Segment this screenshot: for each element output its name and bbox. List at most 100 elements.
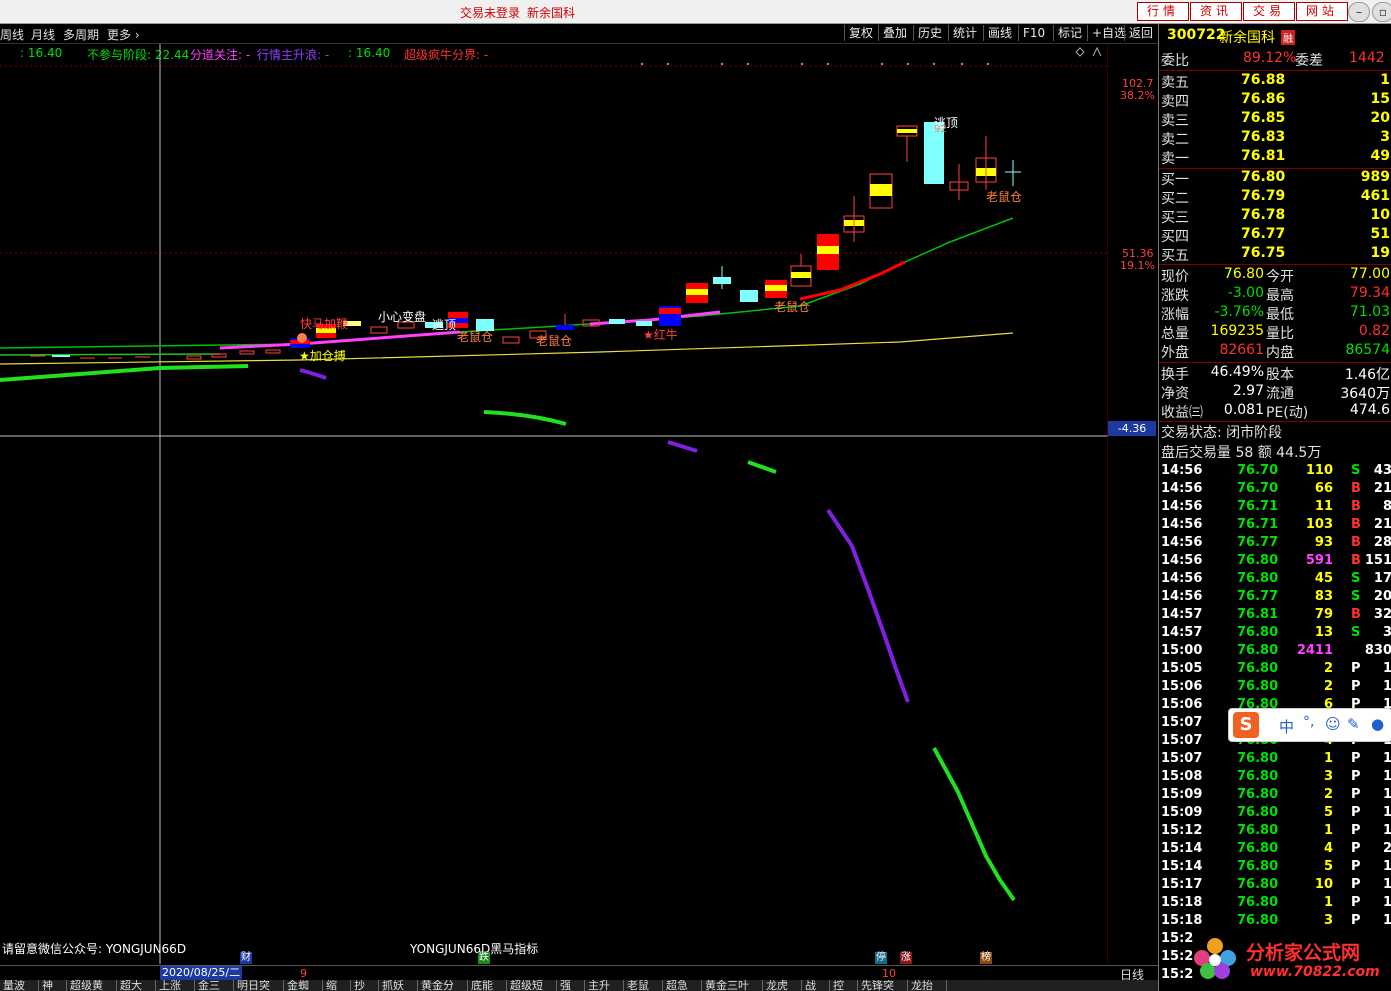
ime-punct[interactable]: °, [1303,714,1314,730]
multi-period-tab[interactable]: 多周期 [63,26,99,43]
indicator-tab[interactable]: 老鼠仓 [624,980,663,991]
nav-website-button[interactable]: 网站 [1296,2,1348,21]
badge-ranking[interactable]: 榜 [980,952,992,964]
tick-volume: 591 [1305,553,1333,568]
watermark: 分析家公式网 www.70822.com [1190,930,1391,986]
indicator-tab[interactable]: 抓妖股 [379,980,418,991]
login-status: 交易未登录 [460,6,521,20]
overlay-button[interactable]: 叠加 [878,25,911,41]
indicator-tab[interactable]: 上涨买 [156,980,195,991]
tick-price: 76.80 [1237,895,1279,910]
ime-lang[interactable]: 中 [1279,716,1294,737]
tick-price: 76.70 [1237,463,1279,478]
tick-volume: 3 [1323,769,1333,784]
candle-hollow [502,336,520,344]
indicator-tab[interactable]: 金蜘蛛 [284,980,323,991]
badge-finance[interactable]: 财 [240,952,252,964]
indicator-tab[interactable]: 龙虎榜 [763,980,802,991]
tick-row: 15:00 76.80 2411 830 [1159,643,1391,661]
stock-code: 300722 [1167,27,1226,43]
candlestick-chart[interactable] [0,44,1108,964]
ask-level-price: 76.88 [1241,72,1286,88]
back-button[interactable]: 返回 [1124,25,1157,41]
microphone-icon[interactable]: ● [1371,715,1384,733]
history-button[interactable]: 历史 [913,25,946,41]
draw-button[interactable]: 画线 [983,25,1016,41]
tick-volume: 2 [1323,787,1333,802]
stat-row: 换手 46.49% 股本 1.46亿 [1159,364,1391,383]
tick-price: 76.80 [1237,787,1279,802]
tick-count: 1 [1382,661,1391,676]
tick-side: P [1351,895,1361,910]
pen-icon[interactable]: ✎ [1347,715,1360,733]
badge-halt[interactable]: 停 [875,952,887,964]
tick-row: 15:14 76.80 5 P 1 [1159,859,1391,877]
tick-price: 76.71 [1237,517,1279,532]
indicator-tab[interactable]: 超急买 [663,980,702,991]
indicator-tab[interactable]: 金三角 [195,980,234,991]
indicator-tab[interactable]: 底能通 [468,980,507,991]
indicator-tab[interactable]: 抄底 [351,980,379,991]
tick-price: 76.80 [1237,841,1279,856]
indicator-tab[interactable]: 超级短牛 [507,980,557,991]
tick-volume: 79 [1314,607,1333,622]
weekly-tab[interactable]: 周线 [0,26,24,43]
bid-level-price: 76.79 [1241,188,1286,204]
tick-time: 15:07 [1161,733,1203,748]
ask-level-price: 76.85 [1241,110,1286,126]
stat-value: -3.76% [1214,304,1264,320]
indicator-tab[interactable]: 超级黄金 [67,980,117,991]
stats-button[interactable]: 统计 [948,25,981,41]
tick-row: 15:12 76.80 1 P 1 [1159,823,1391,841]
signal-dot-orange [297,333,307,343]
nav-news-button[interactable]: 资讯 [1190,2,1242,21]
tick-volume: 1 [1323,895,1333,910]
badge-rise[interactable]: 涨 [900,952,912,964]
quote-panel: 300722 新余国科 融 委比 89.12% 委差 1442 卖五 76.88 1… [1158,24,1391,991]
candle-small [265,349,281,354]
nav-quotes-button[interactable]: 行情 [1137,2,1189,21]
badge-fall[interactable]: 跌 [478,952,490,964]
more-menu[interactable]: 更多 › [107,26,140,43]
tick-count: 1 [1382,877,1391,892]
adjust-button[interactable]: 复权 [844,25,877,41]
f10-button[interactable]: F10 [1018,25,1049,41]
indicator-tab[interactable]: 黄金三叶草 [702,980,763,991]
stat-value: 169235 [1210,323,1264,339]
restore-icon[interactable]: ▫ [1372,2,1391,22]
indicator-tab[interactable]: 缩量 [323,980,351,991]
indicator-tab[interactable]: 神龙 [39,980,67,991]
indicator-tab[interactable]: 超大牛 [117,980,156,991]
monthly-tab[interactable]: 月线 [31,26,55,43]
indicator-tab[interactable]: 明日突破 [234,980,284,991]
indicator-tab[interactable]: 强化 [557,980,585,991]
ime-toolbar[interactable]: S 中 °, ☺ ✎ ● [1228,708,1391,742]
tick-row: 15:14 76.80 4 P 2 [1159,841,1391,859]
tick-row: 14:56 76.77 83 S 20 [1159,589,1391,607]
label-laoshu-2: 老鼠仓 [536,334,573,348]
minimize-icon[interactable]: – [1348,2,1370,22]
tick-time: 14:56 [1161,517,1203,532]
stat-value: 77.00 [1349,266,1390,282]
label-hongniu: 红牛 [653,328,678,342]
indicator-tab[interactable]: 龙抬头 [908,980,947,991]
indicator-tab[interactable]: 战神 [802,980,830,991]
indicator-tab[interactable]: 黄金分割 [418,980,468,991]
nav-trade-button[interactable]: 交易 [1243,2,1295,21]
indicator-tab[interactable]: 控庄 [830,980,858,991]
indicator-tab[interactable]: 先锋突破 [858,980,908,991]
label-taoding-1: 逃顶 [432,318,457,332]
emoji-icon[interactable]: ☺ [1325,715,1341,733]
stat-label: 股本 [1266,367,1294,383]
tick-side: S [1351,625,1361,640]
tick-row: 14:56 76.80 591 B 151 [1159,553,1391,571]
stat-value: 76.80 [1223,266,1264,282]
mark-button[interactable]: 标记 [1053,25,1086,41]
tick-side: P [1351,913,1361,928]
tick-time: 15:08 [1161,769,1203,784]
triangle-up-icon [1092,46,1102,57]
indicator-tab[interactable]: 主升浪 [585,980,624,991]
indicator-tab[interactable]: 量波段 [0,980,39,991]
stat-row: 涨幅 -3.76% 最低 71.03 [1159,304,1391,323]
tick-side: P [1351,841,1361,856]
